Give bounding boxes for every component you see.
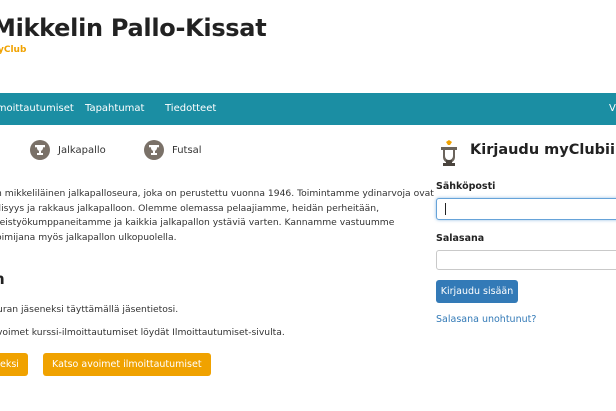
forgot-password-link[interactable]: Salasana unohtunut?	[436, 314, 536, 325]
intro-line: n mikkeliläinen jalkapalloseura, joka on…	[0, 188, 434, 199]
nav-item-events[interactable]: Tapahtumat	[85, 93, 144, 125]
registrations-text: voimet kurssi-ilmoittautumiset löydät Il…	[0, 327, 285, 338]
intro-line: teistyökumppaneitamme ja kaikkia jalkapa…	[0, 217, 395, 229]
intro-line: oimijana myös jalkapallon ulkopuolella.	[0, 231, 177, 243]
password-field[interactable]	[436, 250, 616, 270]
password-label: Salasana	[436, 233, 485, 244]
main-nav: lmoittautumiset Tapahtumat Tiedotteet V	[0, 93, 616, 125]
membership-heading: n	[0, 270, 5, 288]
login-title: Kirjaudu myClubiin	[470, 142, 616, 158]
nav-item-registrations[interactable]: lmoittautumiset	[0, 93, 74, 125]
sport-label: Jalkapallo	[58, 144, 106, 156]
membership-text: uran jäseneksi täyttämällä jäsentietosi.	[0, 304, 179, 315]
myclub-tagline: yClub	[0, 45, 27, 55]
intro-text: n mikkeliläinen jalkapalloseura, joka on…	[0, 187, 434, 245]
sport-label: Futsal	[172, 144, 202, 156]
trophy-icon	[30, 140, 50, 160]
open-registrations-button[interactable]: Katso avoimet ilmoittautumiset	[43, 353, 211, 376]
myclub-logo-icon	[437, 140, 461, 166]
site-header: Mikkelin Pallo-Kissat yClub	[0, 0, 616, 93]
sport-item-futsal[interactable]: Futsal	[144, 140, 202, 160]
site-title[interactable]: Mikkelin Pallo-Kissat	[0, 14, 267, 42]
nav-item-more[interactable]: V	[609, 93, 616, 125]
email-label: Sähköposti	[436, 181, 496, 192]
trophy-icon	[144, 140, 164, 160]
email-field[interactable]	[436, 198, 616, 220]
login-button[interactable]: Kirjaudu sisään	[436, 280, 518, 303]
sport-item-football[interactable]: Jalkapallo	[30, 140, 106, 160]
join-button[interactable]: eksi	[0, 353, 28, 376]
nav-item-announcements[interactable]: Tiedotteet	[165, 93, 216, 125]
text-caret	[445, 203, 446, 215]
intro-line: llisyys ja rakkaus jalkapalloon. Olemme …	[0, 202, 380, 214]
